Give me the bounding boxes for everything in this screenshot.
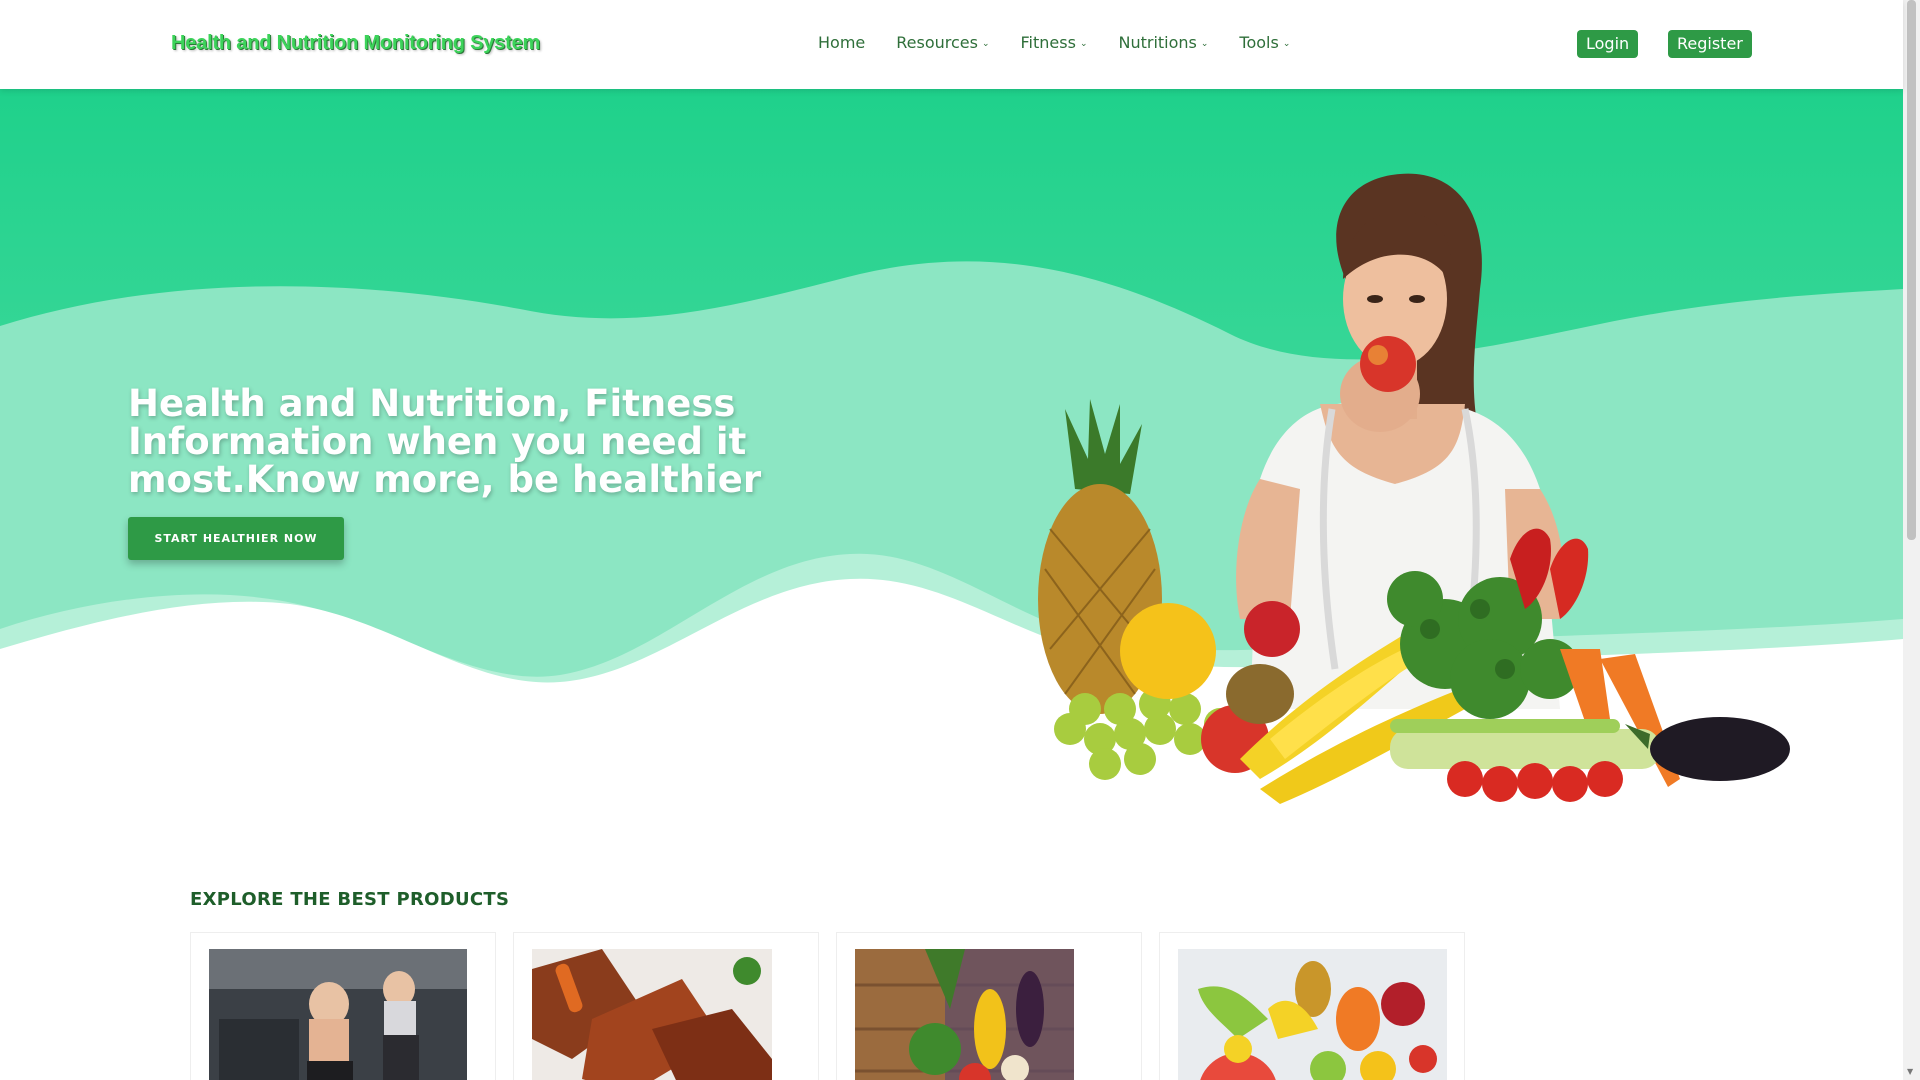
product-card[interactable] xyxy=(513,932,819,1080)
main-nav: Home Resources ⌄ Fitness ⌄ Nutritions ⌄ … xyxy=(818,33,1321,52)
chevron-down-icon: ⌄ xyxy=(1079,38,1088,49)
woman-with-produce-image xyxy=(1038,173,1790,804)
chevron-down-icon: ⌄ xyxy=(1282,38,1291,49)
nav-tools-label: Tools xyxy=(1239,33,1279,52)
treadmill-workout-photo xyxy=(209,949,467,1080)
nav-resources-label: Resources xyxy=(896,33,978,52)
assorted-fruits-photo xyxy=(1178,949,1447,1080)
chevron-down-icon: ⌄ xyxy=(1200,38,1209,49)
product-card[interactable] xyxy=(1159,932,1465,1080)
vegetables-on-wood-photo xyxy=(855,949,1074,1080)
nav-tools[interactable]: Tools ⌄ xyxy=(1239,33,1290,52)
product-card[interactable] xyxy=(190,932,496,1080)
nav-home-label: Home xyxy=(818,33,866,52)
login-button[interactable]: Login xyxy=(1577,30,1639,58)
register-button[interactable]: Register xyxy=(1668,30,1752,58)
scrollbar-thumb[interactable] xyxy=(1907,0,1916,540)
nav-nutritions[interactable]: Nutritions ⌄ xyxy=(1118,33,1208,52)
scroll-down-arrow-icon[interactable]: ▼ xyxy=(1907,1067,1913,1076)
top-navbar: Health and Nutrition Monitoring System H… xyxy=(0,0,1903,89)
brand-logo-text[interactable]: Health and Nutrition Monitoring System xyxy=(171,32,540,55)
glazed-meat-dish-photo xyxy=(532,949,772,1080)
chevron-down-icon: ⌄ xyxy=(981,38,990,49)
start-healthier-button[interactable]: START HEALTHIER NOW xyxy=(128,517,344,560)
nav-home[interactable]: Home xyxy=(818,33,865,52)
hero-headline: Health and Nutrition, Fitness Informatio… xyxy=(128,382,762,501)
nav-fitness[interactable]: Fitness ⌄ xyxy=(1021,33,1088,52)
hero-section: Health and Nutrition, Fitness Informatio… xyxy=(0,89,1903,809)
nav-nutritions-label: Nutritions xyxy=(1118,33,1197,52)
nav-resources[interactable]: Resources ⌄ xyxy=(896,33,989,52)
products-section-title: EXPLORE THE BEST PRODUCTS xyxy=(190,889,510,910)
page-scrollbar[interactable]: ▼ xyxy=(1903,0,1920,1080)
nav-fitness-label: Fitness xyxy=(1020,33,1076,52)
product-card[interactable] xyxy=(836,932,1142,1080)
